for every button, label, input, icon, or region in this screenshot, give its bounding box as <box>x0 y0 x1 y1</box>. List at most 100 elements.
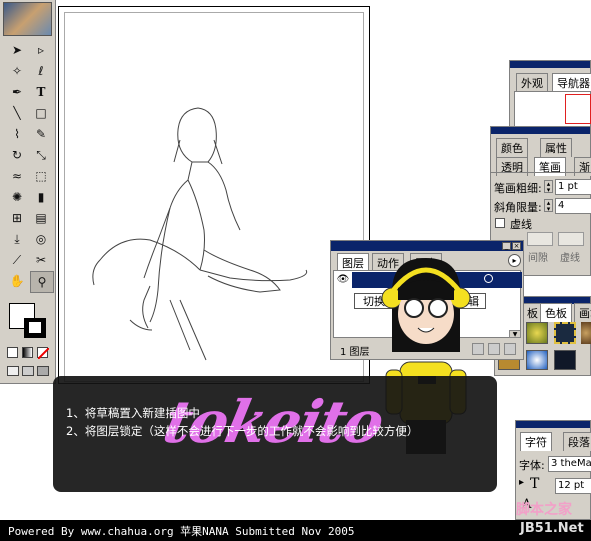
character-titlebar[interactable] <box>516 421 590 428</box>
watermark-site-name: 脚本之家 <box>516 502 572 518</box>
stroke-weight-stepper[interactable]: ▴ ▾ <box>544 180 553 194</box>
stroke-divider <box>491 172 591 173</box>
tab-transparency[interactable]: 透明 <box>496 157 528 176</box>
tab-appearance[interactable]: 外观 <box>516 73 548 92</box>
screen-mode-standard-button[interactable] <box>7 366 19 376</box>
navigator-view-box[interactable] <box>565 94 591 124</box>
zoom-tool[interactable]: ⚲ <box>30 271 54 293</box>
dashed-line-label: 虚线 <box>510 218 532 231</box>
dash-field-2[interactable] <box>558 232 584 246</box>
slice-icon: ⟋ <box>12 252 22 267</box>
pen-tool[interactable]: ✒ <box>6 82 28 102</box>
tab-color[interactable]: 颜色 <box>496 138 528 157</box>
font-size-field[interactable]: 12 pt <box>555 478 591 494</box>
minimize-icon[interactable]: _ <box>502 242 511 250</box>
selection-tool[interactable]: ➤ <box>6 40 28 60</box>
tab-character[interactable]: 字符 <box>520 432 552 451</box>
navigator-titlebar[interactable] <box>510 61 590 68</box>
dash-label: 虚线 <box>560 253 580 264</box>
caption-line-1: 1、将草稿置入新建插图中 <box>66 406 200 420</box>
gradient-tool[interactable]: ▤ <box>30 208 52 228</box>
dash-field-1[interactable] <box>527 232 553 246</box>
dashed-line-checkbox[interactable] <box>495 218 505 228</box>
tab-attributes[interactable]: 属性 <box>540 138 572 157</box>
layers-titlebar[interactable] <box>331 241 523 251</box>
zoom-icon: ⚲ <box>37 275 47 289</box>
column-graph-tool[interactable]: ▮ <box>30 187 52 207</box>
navigator-preview[interactable] <box>514 91 591 127</box>
tab-paragraph[interactable]: 段落 <box>563 432 591 451</box>
miter-limit-stepper[interactable]: ▴ ▾ <box>544 199 553 213</box>
type-tool[interactable]: T <box>30 82 52 102</box>
font-size-icon: T <box>530 476 540 492</box>
miter-limit-field[interactable]: 4 <box>555 198 591 214</box>
tab-gradient[interactable]: 渐 <box>574 157 591 176</box>
direct-selection-tool[interactable]: ▹ <box>30 40 52 60</box>
scissors-tool[interactable]: ✂ <box>30 250 52 270</box>
swatch-pattern-2[interactable] <box>554 322 576 344</box>
lasso-icon: ℓ <box>38 64 44 78</box>
tab-swatches[interactable]: 色板 <box>540 303 572 322</box>
tab-brushes[interactable]: 画笔 <box>574 303 591 322</box>
hand-tool[interactable]: ✋ <box>6 271 28 291</box>
color-mode-button[interactable] <box>7 347 18 358</box>
swatch-pattern-4[interactable] <box>526 350 548 370</box>
blend-tool[interactable]: ◎ <box>30 229 52 249</box>
panel-menu-icon[interactable]: ▸ <box>508 254 521 267</box>
free-transform-tool[interactable]: ⬚ <box>30 166 52 186</box>
delete-layer-icon[interactable] <box>504 343 516 355</box>
gradient-icon: ▤ <box>35 211 47 225</box>
layer-target-icon[interactable] <box>484 274 493 283</box>
selection-icon: ➤ <box>11 43 23 57</box>
swatch-pattern-5[interactable] <box>554 350 576 370</box>
lasso-tool[interactable]: ℓ <box>30 61 52 81</box>
warp-icon: ≈ <box>11 169 23 183</box>
scissors-icon: ✂ <box>35 253 47 267</box>
font-family-field[interactable]: 3 theMa <box>548 456 591 472</box>
line-icon: ╲ <box>13 106 21 120</box>
screen-mode-full-button[interactable] <box>37 366 49 376</box>
line-tool[interactable]: ╲ <box>6 103 28 123</box>
pencil-icon: ✎ <box>35 127 47 141</box>
none-mode-button[interactable] <box>37 347 49 359</box>
stroke-titlebar[interactable] <box>491 127 590 134</box>
hand-icon: ✋ <box>9 274 25 288</box>
rotate-tool[interactable]: ↻ <box>6 145 28 165</box>
gradient-mode-button[interactable] <box>22 347 33 358</box>
new-sublayer-icon[interactable] <box>488 343 500 355</box>
magic-wand-tool[interactable]: ✧ <box>6 61 28 81</box>
footer-credit: Powered By www.chahua.org 苹果NANA Submitt… <box>8 525 355 538</box>
pencil-tool[interactable]: ✎ <box>30 124 52 144</box>
column-graph-icon: ▮ <box>37 190 45 204</box>
close-icon[interactable]: × <box>512 242 521 250</box>
font-label: 字体: <box>519 459 545 472</box>
stroke-swatch-inner <box>29 322 41 333</box>
stroke-weight-field[interactable]: 1 pt <box>555 179 591 195</box>
miter-limit-label: 斜角限量: <box>494 201 542 214</box>
screen-mode-full-menu-button[interactable] <box>22 366 34 376</box>
sketch-drawing <box>92 107 308 361</box>
pen-icon: ✒ <box>11 85 23 99</box>
symbol-sprayer-tool[interactable]: ✺ <box>6 187 28 207</box>
mesh-tool[interactable]: ⊞ <box>6 208 28 228</box>
swatch-pattern-1[interactable] <box>526 322 548 344</box>
paintbrush-icon: ⌇ <box>14 127 20 141</box>
symbol-sprayer-icon: ✺ <box>11 190 23 204</box>
caption-line-2: 2、将图层锁定（这样不会进行下一步的工作就不会影响到比较方便） <box>66 424 419 438</box>
scale-tool[interactable]: ⤡ <box>30 145 52 165</box>
eyedropper-tool[interactable]: ⤓ <box>6 229 28 249</box>
tab-stroke[interactable]: 笔画 <box>534 157 566 176</box>
eye-icon[interactable]: 👁 <box>336 274 350 286</box>
tab-navigator[interactable]: 导航器 <box>552 73 591 92</box>
font-size-arrow-icon[interactable]: ▸ <box>519 477 524 488</box>
gap-label: 间隙 <box>528 253 548 264</box>
eyedropper-icon: ⤓ <box>14 231 20 246</box>
swatch-pattern-3[interactable] <box>581 322 591 344</box>
paintbrush-tool[interactable]: ⌇ <box>6 124 28 144</box>
slice-tool[interactable]: ⟋ <box>6 250 28 270</box>
magic-wand-icon: ✧ <box>11 64 23 78</box>
warp-tool[interactable]: ≈ <box>6 166 28 186</box>
rectangle-tool[interactable]: □ <box>30 103 52 123</box>
layers-scroll-down-icon[interactable]: ▼ <box>509 330 521 338</box>
rectangle-icon: □ <box>35 106 47 120</box>
